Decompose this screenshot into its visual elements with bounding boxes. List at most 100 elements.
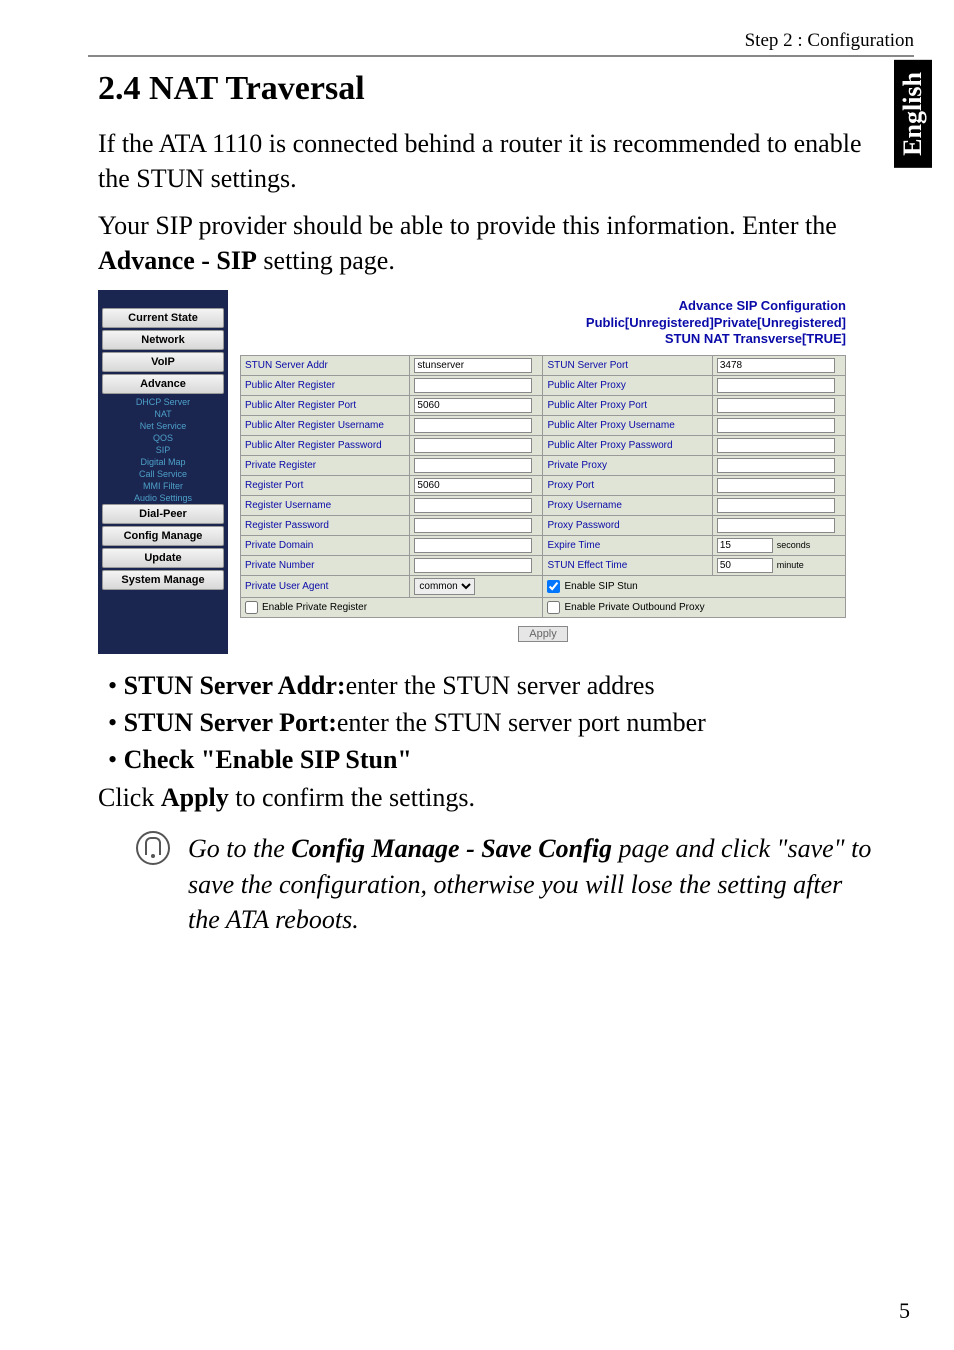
sidebar-item-advance[interactable]: Advance [102,374,224,394]
input-reg-user[interactable] [414,498,532,513]
lbl-stun-addr: STUN Server Addr [241,356,410,376]
lbl-pub-alt-proxy-pass: Public Alter Proxy Password [543,436,712,456]
sidebar-item-update[interactable]: Update [102,548,224,568]
lbl-stun-port: STUN Server Port [543,356,712,376]
sidebar-item-configmanage[interactable]: Config Manage [102,526,224,546]
input-expire[interactable] [717,538,773,553]
lbl-pub-alt-proxy-user: Public Alter Proxy Username [543,416,712,436]
section-title: 2.4 NAT Traversal [98,70,876,108]
input-stun-port[interactable] [717,358,835,373]
bullet-2-bold: STUN Server Port: [124,708,337,737]
input-pub-alt-reg-pass[interactable] [414,438,532,453]
bullet-1-bold: STUN Server Addr: [124,671,346,700]
input-priv-reg[interactable] [414,458,532,473]
sidebar-item-systemmanage[interactable]: System Manage [102,570,224,590]
note-text: Go to the Config Manage - Save Config pa… [188,831,876,936]
after-pre: Click [98,783,161,812]
bullet-2: • STUN Server Port:enter the STUN server… [108,705,876,740]
check-enable-sip-stun[interactable] [547,580,560,593]
bullet-1-rest: enter the STUN server addres [346,671,655,700]
lbl-pub-alt-proxy: Public Alter Proxy [543,376,712,396]
lbl-pub-alt-reg: Public Alter Register [241,376,410,396]
note-icon [136,831,170,865]
input-pub-alt-reg-user[interactable] [414,418,532,433]
note-t1: Go to the [188,834,291,863]
config-title-l3: STUN NAT Transverse[TRUE] [240,331,846,347]
intro-p1: If the ATA 1110 is connected behind a ro… [98,126,876,196]
intro-p2: Your SIP provider should be able to prov… [98,208,876,278]
bullet-2-rest: enter the STUN server port number [337,708,706,737]
input-stun-addr[interactable] [414,358,532,373]
apply-button[interactable]: Apply [518,626,568,642]
input-priv-number[interactable] [414,558,532,573]
after-bullets: Click Apply to confirm the settings. [98,783,876,813]
lbl-priv-ua: Private User Agent [241,576,410,598]
check-enable-priv-reg[interactable] [245,601,258,614]
config-title-block: Advance SIP Configuration Public[Unregis… [240,298,846,347]
input-pub-alt-reg-port[interactable] [414,398,532,413]
input-priv-domain[interactable] [414,538,532,553]
lbl-proxy-pass: Proxy Password [543,516,712,536]
sidebar-item-network[interactable]: Network [102,330,224,350]
lbl-pub-alt-proxy-port: Public Alter Proxy Port [543,396,712,416]
lbl-pub-alt-reg-user: Public Alter Register Username [241,416,410,436]
sidebar-sub-mmifilter[interactable]: MMI Filter [98,480,228,492]
lbl-reg-port: Register Port [241,476,410,496]
language-tab: English [894,60,932,168]
unit-seconds: seconds [777,540,811,550]
config-title-l2: Public[Unregistered]Private[Unregistered… [240,315,846,331]
sidebar-sub-digitalmap[interactable]: Digital Map [98,456,228,468]
lbl-priv-proxy: Private Proxy [543,456,712,476]
sidebar-sub-qos[interactable]: QOS [98,432,228,444]
config-screenshot: Current State Network VoIP Advance DHCP … [98,290,858,654]
input-pub-alt-proxy-port[interactable] [717,398,835,413]
config-table: STUN Server Addr STUN Server Port Public… [240,355,846,618]
sidebar-sub-netservice[interactable]: Net Service [98,420,228,432]
sidebar-sub-sip[interactable]: SIP [98,444,228,456]
lbl-expire: Expire Time [543,536,712,556]
intro-p2-post: setting page. [257,246,395,275]
input-pub-alt-proxy-user[interactable] [717,418,835,433]
sidebar-sub-audio[interactable]: Audio Settings [98,492,228,504]
config-title-l1: Advance SIP Configuration [240,298,846,314]
unit-minute: minute [777,560,804,570]
input-priv-proxy[interactable] [717,458,835,473]
intro-p2-bold: Advance - SIP [98,246,257,275]
input-stun-effect[interactable] [717,558,773,573]
select-priv-ua[interactable]: common [414,578,475,595]
lbl-enable-priv-reg: Enable Private Register [262,602,367,613]
note-bold: Config Manage - Save Config [291,834,612,863]
input-reg-pass[interactable] [414,518,532,533]
input-pub-alt-proxy-pass[interactable] [717,438,835,453]
sidebar-sub-nat[interactable]: NAT [98,408,228,420]
check-enable-outbound[interactable] [547,601,560,614]
bullet-list: • STUN Server Addr:enter the STUN server… [108,668,876,777]
lbl-proxy-user: Proxy Username [543,496,712,516]
lbl-priv-number: Private Number [241,556,410,576]
input-proxy-user[interactable] [717,498,835,513]
lbl-pub-alt-reg-pass: Public Alter Register Password [241,436,410,456]
note-block: Go to the Config Manage - Save Config pa… [98,831,876,936]
sidebar-sub-callservice[interactable]: Call Service [98,468,228,480]
after-bold: Apply [161,783,229,812]
input-pub-alt-reg[interactable] [414,378,532,393]
lbl-reg-pass: Register Password [241,516,410,536]
input-proxy-pass[interactable] [717,518,835,533]
sidebar-sub-dhcp[interactable]: DHCP Server [98,396,228,408]
page-content: 2.4 NAT Traversal If the ATA 1110 is con… [98,70,876,937]
header-step: Step 2 : Configuration [88,30,914,57]
input-proxy-port[interactable] [717,478,835,493]
bullet-3: • Check "Enable SIP Stun" [108,742,876,777]
lbl-enable-outbound: Enable Private Outbound Proxy [564,602,704,613]
sidebar-item-dialpeer[interactable]: Dial-Peer [102,504,224,524]
lbl-enable-sip-stun: Enable SIP Stun [564,581,637,592]
sidebar-item-voip[interactable]: VoIP [102,352,224,372]
config-main-panel: Advance SIP Configuration Public[Unregis… [228,290,858,654]
lbl-pub-alt-reg-port: Public Alter Register Port [241,396,410,416]
lbl-stun-effect: STUN Effect Time [543,556,712,576]
lbl-priv-domain: Private Domain [241,536,410,556]
input-pub-alt-proxy[interactable] [717,378,835,393]
input-reg-port[interactable] [414,478,532,493]
sidebar-item-current-state[interactable]: Current State [102,308,224,328]
bullet-1: • STUN Server Addr:enter the STUN server… [108,668,876,703]
